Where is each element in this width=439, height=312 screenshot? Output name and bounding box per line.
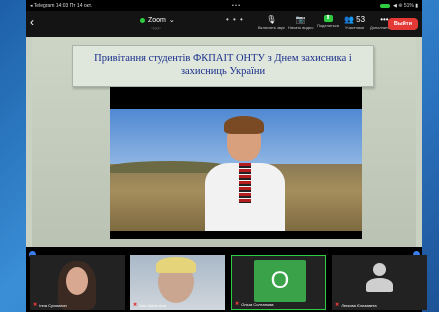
participant-name-tag: ✖ Ана Цюпа Ана	[133, 302, 166, 308]
mic-muted-icon: ✖	[33, 302, 38, 308]
start-video-button[interactable]: 📷 Начать видео	[288, 15, 313, 30]
unmute-button[interactable]: 🎙 Включить звук	[258, 15, 285, 30]
chevron-down-icon: ⌄	[168, 17, 175, 24]
participant-tile-active[interactable]: О ✖ Ольга Солтанова	[231, 255, 326, 310]
shirt-embroidery	[239, 163, 251, 203]
slide-title-line1: Привітання студентів ФКПАІТ ОНТУ з Днем …	[94, 53, 352, 64]
participant-face	[66, 267, 88, 295]
start-video-label: Начать видео	[288, 25, 314, 30]
slide-title-banner: Привітання студентів ФКПАІТ ОНТУ з Днем …	[72, 45, 374, 87]
meeting-title-label: Zoom	[148, 16, 166, 24]
participant-hair	[156, 257, 196, 273]
leave-button[interactable]: Выйти	[387, 18, 418, 30]
status-bar: ◂ Telegram 14:03 Пт 14 окт. • • • ◀ ❊ 51…	[26, 0, 422, 11]
status-dots: • • •	[232, 2, 241, 9]
top-more-icon[interactable]: • • •	[226, 15, 244, 24]
default-avatar-icon	[366, 263, 393, 299]
share-label: Поделиться	[317, 23, 340, 28]
hair	[224, 116, 264, 134]
call-indicator-icon	[380, 3, 391, 8]
mic-muted-icon: ✖	[235, 301, 240, 307]
share-icon: ⬆	[323, 15, 333, 22]
participant-tile[interactable]: ✖ Ана Цюпа Ана	[130, 255, 225, 310]
participant-name-tag: ✖ Легкова Єлизавета	[335, 302, 377, 308]
back-icon[interactable]: ‹	[30, 15, 34, 29]
participant-tile[interactable]: ✖ Інна Сухомлин	[30, 255, 125, 310]
meeting-toolbar: ‹ Zoom ⌄ "???" • • • 🎙 Включить звук 📷 Н…	[26, 11, 422, 37]
participant-name-tag: ✖ Інна Сухомлин	[33, 302, 67, 308]
video-icon: 📷	[295, 15, 306, 24]
status-left: ◂ Telegram 14:03 Пт 14 окт.	[30, 2, 93, 9]
participants-button[interactable]: 👥 53 Участники	[344, 15, 365, 30]
mic-muted-icon: ✖	[133, 302, 138, 308]
shared-screen: Привітання студентів ФКПАІТ ОНТУ з Днем …	[26, 37, 422, 247]
secure-icon	[140, 17, 145, 23]
participant-name: Ана Цюпа Ана	[139, 302, 166, 308]
slide-title-line2: захисниць України	[180, 66, 266, 77]
status-right: ◀ ❊ 51% ▮	[380, 3, 418, 9]
participants-icon: 👥 53	[344, 15, 366, 24]
presentation-slide: Привітання студентів ФКПАІТ ОНТУ з Днем …	[32, 37, 416, 247]
unmute-label: Включить звук	[258, 25, 285, 30]
embedded-video	[110, 87, 362, 239]
meeting-title[interactable]: Zoom ⌄	[140, 16, 175, 24]
mic-muted-icon: ✖	[335, 302, 340, 308]
participant-initial-avatar: О	[254, 260, 306, 302]
participant-name: Легкова Єлизавета	[341, 302, 377, 308]
slide-title: Привітання студентів ФКПАІТ ОНТУ з Днем …	[73, 52, 373, 78]
student-figure	[205, 116, 285, 231]
participant-name: Інна Сухомлин	[39, 302, 67, 308]
participants-label: Участники	[344, 25, 365, 30]
mic-off-icon: 🎙	[266, 15, 277, 24]
participant-name: Ольга Солтанова	[241, 301, 274, 307]
participant-name-tag: ✖ Ольга Солтанова	[235, 301, 274, 307]
share-button[interactable]: ⬆ Поделиться	[317, 15, 339, 28]
participant-tile[interactable]: ✖ Легкова Єлизавета	[332, 255, 427, 310]
zoom-window: ◂ Telegram 14:03 Пт 14 окт. • • • ◀ ❊ 51…	[26, 0, 427, 312]
battery-label: ◀ ❊ 51% ▮	[393, 2, 418, 9]
video-frame-image	[110, 109, 362, 231]
meeting-subtitle: "???"	[151, 26, 161, 31]
